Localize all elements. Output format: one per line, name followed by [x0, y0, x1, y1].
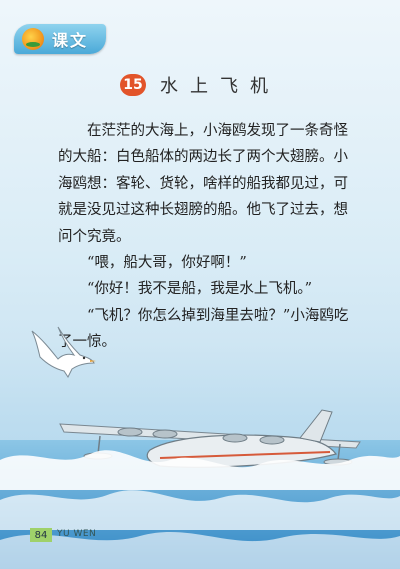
lesson-header: 15 水上飞机: [0, 72, 400, 98]
paragraph: “飞机？你怎么掉到海里去啦？”小海鸥吃了一惊。: [58, 307, 349, 351]
lesson-body: 在茫茫的大海上，小海鸥发现了一条奇怪的大船：白色船体的两边长了两个大翅膀。小海鸥…: [58, 118, 358, 356]
section-badge: 课文: [14, 24, 106, 54]
paragraph: “你好！我不是船，我是水上飞机。”: [87, 281, 313, 298]
lesson-title: 水上飞机: [160, 76, 280, 97]
sea-and-seaplane-illustration: [0, 409, 400, 569]
lesson-number: 15: [120, 74, 146, 96]
section-label: 课文: [52, 31, 89, 50]
paragraph: “喂，船大哥，你好啊！”: [87, 255, 247, 272]
page-number: 84: [30, 528, 52, 542]
footer-subject-label: YU WEN: [57, 529, 97, 539]
seagull-icon: [31, 326, 96, 378]
paragraph: 在茫茫的大海上，小海鸥发现了一条奇怪的大船：白色船体的两边长了两个大翅膀。小海鸥…: [58, 123, 348, 245]
sun-leaf-logo-icon: [22, 28, 44, 50]
